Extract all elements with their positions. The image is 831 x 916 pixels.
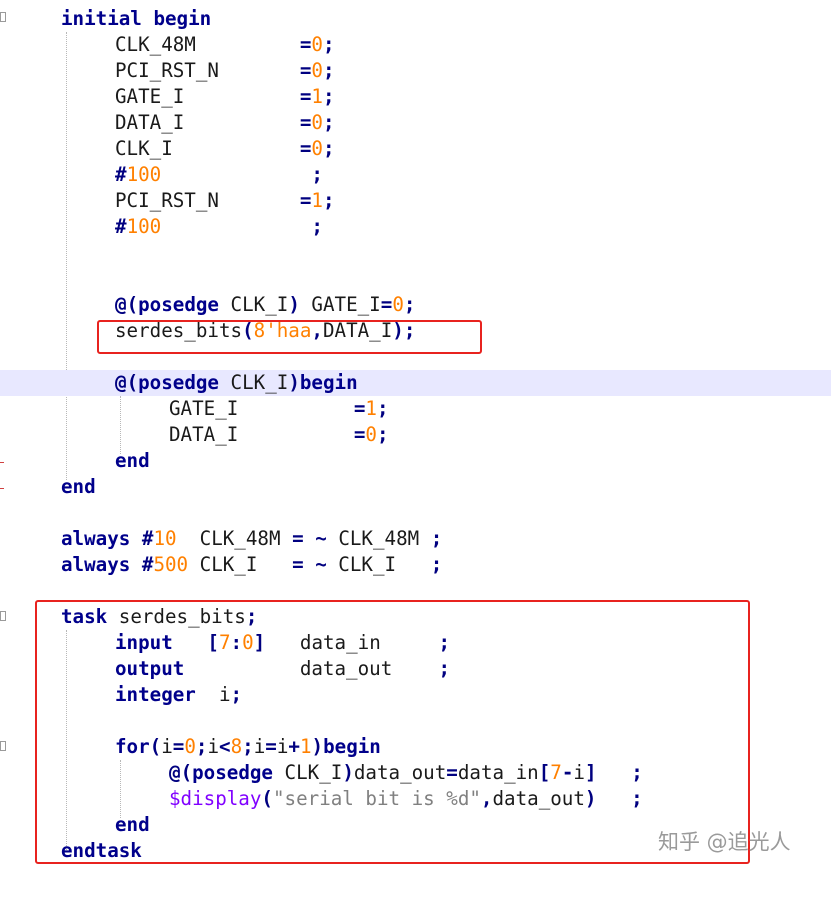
code-line[interactable]: GATE_I =1; [0, 396, 831, 422]
code-line[interactable]: #100 ; [0, 214, 831, 240]
code-editor[interactable]: initial begin CLK_48M =0; PCI_RST_N =0; … [0, 0, 831, 875]
code-line[interactable]: DATA_I =0; [0, 422, 831, 448]
annotation-box-task-call [97, 320, 482, 354]
code-text: @(posedge CLK_I)begin [115, 371, 358, 394]
code-line[interactable]: PCI_RST_N =1; [0, 188, 831, 214]
annotation-box-task-definition [35, 600, 750, 864]
watermark-text: 知乎 @追光人 [658, 830, 791, 854]
code-line[interactable]: end [0, 448, 831, 474]
code-line[interactable]: initial begin [0, 6, 831, 32]
code-text: always #500 CLK_I = ~ CLK_I ; [61, 553, 443, 576]
code-text: #100 ; [115, 215, 323, 238]
code-text: CLK_I =0; [115, 137, 335, 160]
code-text: GATE_I =1; [169, 397, 389, 420]
code-line[interactable]: always #10 CLK_48M = ~ CLK_48M ; [0, 526, 831, 552]
code-text: GATE_I =1; [115, 85, 335, 108]
code-text: PCI_RST_N =0; [115, 59, 335, 82]
code-text: initial begin [61, 7, 212, 30]
code-line[interactable]: @(posedge CLK_I) GATE_I=0; [0, 292, 831, 318]
code-text: DATA_I =0; [169, 423, 389, 446]
code-text: CLK_48M =0; [115, 33, 335, 56]
code-text: end [115, 449, 150, 472]
code-line[interactable]: DATA_I =0; [0, 110, 831, 136]
code-line[interactable]: PCI_RST_N =0; [0, 58, 831, 84]
code-text: DATA_I =0; [115, 111, 335, 134]
code-text: #100 ; [115, 163, 323, 186]
code-text: PCI_RST_N =1; [115, 189, 335, 212]
code-text: @(posedge CLK_I) GATE_I=0; [115, 293, 416, 316]
code-text: end [61, 475, 96, 498]
code-line[interactable]: always #500 CLK_I = ~ CLK_I ; [0, 552, 831, 578]
code-line[interactable]: CLK_48M =0; [0, 32, 831, 58]
code-line[interactable]: end [0, 474, 831, 500]
code-line[interactable]: GATE_I =1; [0, 84, 831, 110]
current-line-highlight[interactable]: @(posedge CLK_I)begin [0, 370, 831, 396]
code-text: always #10 CLK_48M = ~ CLK_48M ; [61, 527, 443, 550]
code-line[interactable]: #100 ; [0, 162, 831, 188]
code-line[interactable]: CLK_I =0; [0, 136, 831, 162]
